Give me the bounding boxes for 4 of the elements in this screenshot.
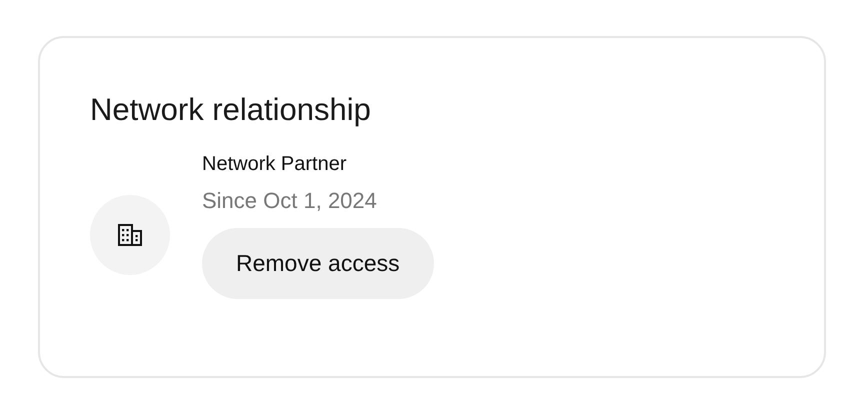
partner-name: Network Partner	[202, 152, 346, 177]
remove-access-button[interactable]: Remove access	[202, 228, 434, 299]
section-title: Network relationship	[90, 91, 372, 129]
since-date: Since Oct 1, 2024	[202, 187, 377, 215]
